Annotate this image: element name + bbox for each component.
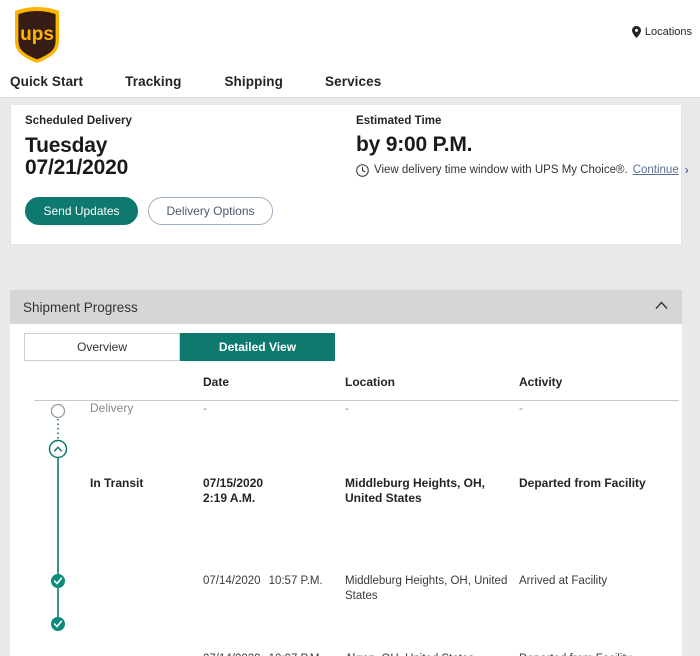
row-activity: Departed from Facility — [519, 476, 646, 490]
locations-link[interactable]: Locations — [631, 26, 692, 38]
check-circle-icon — [51, 617, 65, 631]
scheduled-delivery-label: Scheduled Delivery — [25, 115, 132, 127]
tab-detailed-view[interactable]: Detailed View — [180, 333, 335, 361]
ups-shield-logo[interactable]: ups — [11, 6, 63, 64]
nav-item-shipping[interactable]: Shipping — [224, 74, 325, 89]
table-header-row: Date Location Activity — [24, 375, 679, 401]
chevron-up-icon[interactable] — [655, 301, 668, 310]
table-row[interactable]: In Transit 07/15/2020 2:19 A.M. Middlebu… — [24, 476, 684, 522]
scheduled-delivery-value: Tuesday 07/21/2020 — [25, 135, 355, 179]
table-row[interactable]: 07/14/2020 10:57 P.M. Middleburg Heights… — [24, 574, 684, 610]
locations-label: Locations — [644, 26, 692, 38]
nav-item-services[interactable]: Services — [325, 74, 381, 89]
main-nav: Quick Start Tracking Shipping Services — [10, 74, 381, 89]
row-date-value: 07/14/2020 — [203, 575, 261, 587]
table-body: Delivery - - - In Transit 07/15/2020 2:1… — [24, 401, 684, 656]
row-date: - — [203, 401, 207, 415]
row-location: Akron, OH, United States — [345, 652, 520, 656]
row-status: Delivery — [90, 401, 134, 415]
send-updates-button[interactable]: Send Updates — [25, 197, 138, 225]
row-status: In Transit — [90, 476, 144, 490]
row-location: - — [345, 401, 349, 415]
row-date: 07/15/2020 2:19 A.M. — [203, 476, 264, 505]
nav-item-tracking[interactable]: Tracking — [125, 74, 224, 89]
row-location: Middleburg Heights, OH, United States — [345, 476, 485, 505]
row-date: 07/14/2020 10:57 P.M. — [203, 574, 348, 589]
row-location: Middleburg Heights, OH, United States — [345, 575, 508, 602]
tab-overview[interactable]: Overview — [24, 333, 180, 361]
row-time-value: 10:57 P.M. — [268, 575, 323, 587]
clock-icon — [356, 163, 369, 177]
row-date-value: 07/14/2020 — [203, 652, 261, 656]
row-date: 07/14/2020 10:07 P.M. — [203, 652, 348, 656]
scheduled-delivery-date: 07/21/2020 — [25, 156, 129, 179]
table-row[interactable]: 07/14/2020 10:07 P.M. Akron, OH, United … — [24, 652, 684, 656]
row-activity: - — [519, 401, 523, 415]
shipment-progress-panel: Shipment Progress Overview Detailed View — [10, 290, 682, 656]
delivery-actions: Send Updates Delivery Options — [25, 197, 273, 225]
row-activity: Departed from Facility — [519, 652, 679, 656]
shipment-progress-table: Date Location Activity Delivery - - - In… — [24, 375, 679, 656]
my-choice-text: View delivery time window with UPS My Ch… — [374, 164, 628, 176]
estimated-time-label: Estimated Time — [356, 115, 442, 127]
continue-link[interactable]: Continue — [633, 164, 679, 176]
map-pin-icon — [631, 26, 641, 38]
table-row[interactable]: Delivery - - - — [24, 401, 684, 435]
page-body: Scheduled Delivery Tuesday 07/21/2020 Es… — [0, 98, 700, 656]
delivery-summary-card: Scheduled Delivery Tuesday 07/21/2020 Es… — [10, 105, 689, 245]
shipment-progress-header[interactable]: Shipment Progress — [10, 290, 682, 324]
delivery-options-button[interactable]: Delivery Options — [148, 197, 273, 225]
svg-text:ups: ups — [20, 24, 54, 45]
site-header: ups Locations Quick Start Tracking Shipp… — [0, 0, 700, 98]
scheduled-delivery-day: Tuesday — [25, 134, 108, 157]
column-header-location: Location — [345, 375, 395, 389]
column-header-activity: Activity — [519, 375, 563, 389]
estimated-time-value: by 9:00 P.M. — [356, 133, 473, 156]
column-header-date: Date — [203, 375, 230, 389]
view-tabs: Overview Detailed View — [24, 333, 335, 361]
estimated-time-block: Estimated Time by 9:00 P.M. View deliver… — [356, 115, 689, 177]
my-choice-row: View delivery time window with UPS My Ch… — [356, 163, 689, 177]
continue-chevron-icon[interactable]: › — [685, 163, 689, 177]
nav-item-quick-start[interactable]: Quick Start — [10, 74, 125, 89]
shipment-progress-title: Shipment Progress — [23, 299, 138, 315]
row-time-value: 10:07 P.M. — [269, 652, 323, 656]
scheduled-delivery-block: Scheduled Delivery Tuesday 07/21/2020 — [25, 115, 355, 179]
row-activity: Arrived at Facility — [519, 575, 608, 587]
